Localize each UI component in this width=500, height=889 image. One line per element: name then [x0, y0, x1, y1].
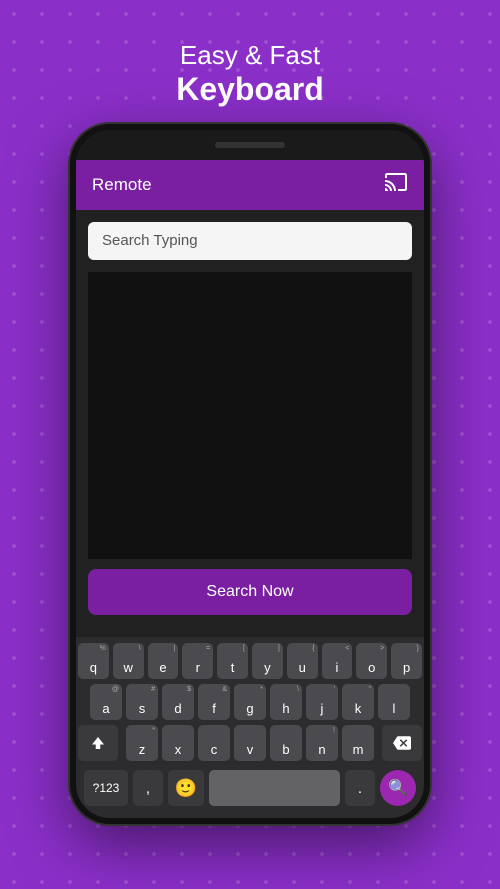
key-x[interactable]: x [162, 725, 194, 761]
app-bar: Remote [76, 160, 424, 210]
keyboard-bottom-row: ?123 , 🙂 . 🔍 [78, 766, 422, 814]
key-o[interactable]: >o [356, 643, 387, 679]
keyboard-row-2: @a#s$d&f*g\h'j"kl [78, 684, 422, 720]
app-content: Search Typing Search Now [76, 210, 424, 637]
search-now-button[interactable]: Search Now [88, 569, 412, 615]
header: Easy & Fast Keyboard [176, 40, 324, 108]
keyboard: %q\w|e=r[t]y{u<i>o}p @a#s$d&f*g\h'j"kl *… [76, 637, 424, 818]
key-m[interactable]: m [342, 725, 374, 761]
search-input-wrapper[interactable]: Search Typing [88, 222, 412, 260]
key-f[interactable]: &f [198, 684, 230, 720]
key-n[interactable]: !n [306, 725, 338, 761]
key-g[interactable]: *g [234, 684, 266, 720]
key-j[interactable]: 'j [306, 684, 338, 720]
key-p[interactable]: }p [391, 643, 422, 679]
key-b[interactable]: b [270, 725, 302, 761]
key-l[interactable]: l [378, 684, 410, 720]
delete-key[interactable] [382, 725, 422, 761]
key-a[interactable]: @a [90, 684, 122, 720]
phone-speaker [215, 142, 285, 148]
key-r[interactable]: =r [182, 643, 213, 679]
key-u[interactable]: {u [287, 643, 318, 679]
emoji-key[interactable]: 🙂 [168, 770, 204, 806]
cast-icon[interactable] [384, 170, 408, 200]
period-key[interactable]: . [345, 770, 375, 806]
shift-key[interactable] [78, 725, 118, 761]
key-s[interactable]: #s [126, 684, 158, 720]
key-q[interactable]: %q [78, 643, 109, 679]
keyboard-row-3: *zxcvb!nm [78, 725, 422, 761]
header-line2: Keyboard [176, 71, 324, 108]
header-line1: Easy & Fast [176, 40, 324, 71]
key-w[interactable]: \w [113, 643, 144, 679]
app-bar-title: Remote [92, 175, 152, 195]
key-h[interactable]: \h [270, 684, 302, 720]
search-return-key[interactable]: 🔍 [380, 770, 416, 806]
key-e[interactable]: |e [148, 643, 179, 679]
phone-frame: Remote Search Typing Search Now %q\w|e=r… [70, 124, 430, 824]
key-v[interactable]: v [234, 725, 266, 761]
key-z[interactable]: *z [126, 725, 158, 761]
content-area [88, 272, 412, 559]
search-input-text: Search Typing [102, 232, 198, 249]
key-i[interactable]: <i [322, 643, 353, 679]
key-c[interactable]: c [198, 725, 230, 761]
num-key[interactable]: ?123 [84, 770, 128, 806]
key-y[interactable]: ]y [252, 643, 283, 679]
space-key[interactable] [209, 770, 340, 806]
key-t[interactable]: [t [217, 643, 248, 679]
keyboard-row-1: %q\w|e=r[t]y{u<i>o}p [78, 643, 422, 679]
key-k[interactable]: "k [342, 684, 374, 720]
key-d[interactable]: $d [162, 684, 194, 720]
comma-key[interactable]: , [133, 770, 163, 806]
